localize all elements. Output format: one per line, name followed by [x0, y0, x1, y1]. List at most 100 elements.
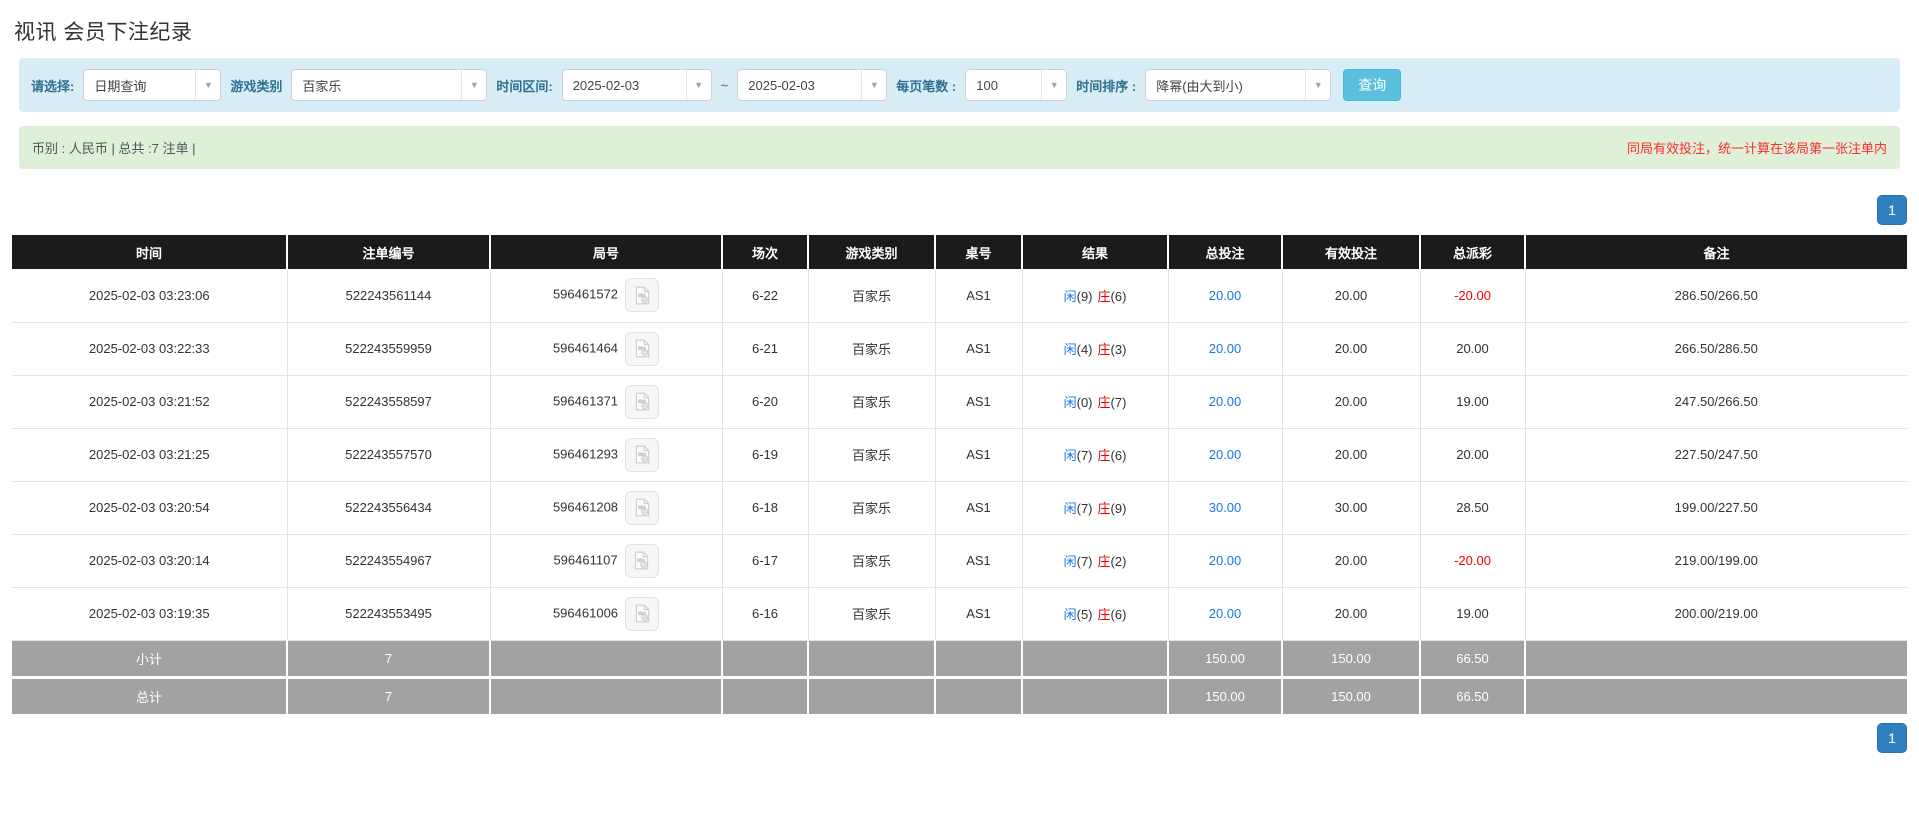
cell-bet-id: 522243556434	[286, 480, 491, 535]
cell-result: 闲(7) 庄(2)	[1021, 533, 1169, 588]
cell-total-bet: 20.00	[1167, 427, 1283, 482]
per-page-select[interactable]: 100 ▼	[965, 69, 1068, 101]
pagination-bottom: 1	[12, 723, 1907, 753]
col-header-result: 结果	[1021, 235, 1168, 269]
video-replay-button[interactable]	[625, 331, 660, 366]
total-bet-link[interactable]: 20.00	[1209, 341, 1242, 356]
date-to-value: 2025-02-03	[748, 77, 815, 93]
cell-result: 闲(5) 庄(6)	[1021, 586, 1169, 641]
cell-valid-bet: 20.00	[1281, 321, 1421, 376]
cell-result: 闲(9) 庄(6)	[1021, 269, 1169, 323]
time-sort-value: 降幂(由大到小)	[1156, 78, 1243, 94]
page-1-button[interactable]: 1	[1877, 723, 1907, 753]
cell-total-bet: 20.00	[1167, 374, 1283, 429]
banker-result-value: (6)	[1110, 288, 1127, 304]
time-sort-select[interactable]: 降幂(由大到小) ▼	[1145, 69, 1332, 101]
cell-game: 百家乐	[807, 269, 936, 323]
table-header: 时间 注单编号 局号 场次 游戏类别 桌号 结果 总投注 有效投注 总派彩 备注	[12, 235, 1907, 269]
video-file-icon	[635, 498, 649, 517]
video-replay-button[interactable]	[625, 596, 660, 631]
table-row: 2025-02-03 03:21:52 522243558597 5964613…	[12, 374, 1907, 429]
chevron-down-icon[interactable]: ▼	[195, 70, 221, 100]
total-bet-link[interactable]: 20.00	[1209, 606, 1242, 621]
query-type-select[interactable]: 日期查询 ▼	[83, 69, 222, 101]
player-result-value: (0)	[1076, 395, 1093, 410]
banker-result-label: 庄	[1097, 501, 1111, 516]
cell-result: 闲(4) 庄(3)	[1021, 321, 1169, 376]
summary-bar: 币别 : 人民币 | 总共 :7 注单 | 同局有效投注，统一计算在该局第一张注…	[19, 126, 1900, 169]
cell-remark: 247.50/266.50	[1524, 374, 1907, 429]
cell-game: 百家乐	[807, 427, 936, 482]
cell-round: 596461572	[489, 269, 723, 323]
col-header-session: 场次	[721, 235, 808, 269]
chevron-down-icon[interactable]: ▼	[1305, 70, 1331, 100]
cell-round: 596461208	[489, 480, 723, 535]
chevron-down-icon[interactable]: ▼	[685, 70, 711, 100]
cell-result: 闲(0) 庄(7)	[1021, 374, 1169, 429]
table-row: 2025-02-03 03:23:06 522243561144 5964615…	[12, 269, 1907, 323]
video-replay-button[interactable]	[625, 384, 660, 419]
cell-time: 2025-02-03 03:22:33	[12, 321, 288, 376]
cell-session: 6-21	[721, 321, 809, 376]
total-bet-link[interactable]: 30.00	[1209, 500, 1242, 515]
total-bet-link[interactable]: 20.00	[1209, 288, 1242, 303]
date-from-input[interactable]: 2025-02-03 ▼	[561, 69, 712, 101]
cell-payout: 20.00	[1419, 321, 1526, 376]
banker-result-value: (6)	[1110, 448, 1127, 463]
cell-round: 596461371	[489, 374, 723, 429]
chevron-down-icon[interactable]: ▼	[861, 70, 887, 100]
cell-time: 2025-02-03 03:21:52	[12, 374, 288, 429]
total-row: 总计 7 150.00 150.00 66.50	[12, 675, 1907, 714]
cell-game: 百家乐	[807, 480, 936, 535]
player-result-value: (9)	[1076, 288, 1093, 304]
total-bet-link[interactable]: 20.00	[1209, 447, 1242, 462]
round-id: 596461464	[552, 339, 619, 355]
banker-result-label: 庄	[1097, 288, 1111, 304]
col-header-time: 时间	[12, 235, 287, 269]
video-file-icon	[635, 286, 649, 305]
cell-result: 闲(7) 庄(9)	[1021, 480, 1169, 535]
video-replay-button[interactable]	[625, 437, 660, 472]
cell-bet-id: 522243557570	[286, 427, 491, 482]
player-result-label: 闲	[1063, 395, 1077, 410]
cell-bet-id: 522243554967	[286, 533, 491, 588]
video-replay-button[interactable]	[625, 490, 660, 525]
cell-total-bet: 30.00	[1167, 480, 1283, 535]
cell-payout: -20.00	[1419, 269, 1526, 323]
round-id: 596461371	[552, 392, 619, 408]
cell-remark: 200.00/219.00	[1524, 586, 1907, 641]
game-type-label: 游戏类别	[230, 78, 283, 94]
video-replay-button[interactable]	[625, 278, 660, 313]
cell-payout: 19.00	[1419, 374, 1526, 429]
game-type-value: 百家乐	[302, 78, 342, 94]
col-header-bet-id: 注单编号	[286, 235, 490, 269]
cell-round: 596461464	[489, 321, 723, 376]
page-1-button[interactable]: 1	[1877, 195, 1907, 225]
subtotal-total-bet: 150.00	[1167, 640, 1283, 678]
cell-valid-bet: 30.00	[1281, 480, 1421, 535]
subtotal-label: 小计	[12, 640, 288, 678]
date-to-input[interactable]: 2025-02-03 ▼	[737, 69, 888, 101]
table-row: 2025-02-03 03:22:33 522243559959 5964614…	[12, 321, 1907, 376]
game-type-select[interactable]: 百家乐 ▼	[291, 69, 488, 101]
col-header-total-bet: 总投注	[1167, 235, 1282, 269]
chevron-down-icon[interactable]: ▼	[1041, 70, 1067, 100]
chevron-down-icon[interactable]: ▼	[461, 70, 487, 100]
cell-total-bet: 20.00	[1167, 269, 1283, 323]
col-header-game: 游戏类别	[807, 235, 935, 269]
cell-remark: 199.00/227.50	[1524, 480, 1907, 535]
video-file-icon	[635, 392, 649, 411]
search-button[interactable]: 查询	[1343, 69, 1402, 101]
cell-valid-bet: 20.00	[1281, 269, 1421, 323]
total-bet-link[interactable]: 20.00	[1209, 553, 1242, 568]
cell-table-no: AS1	[934, 321, 1023, 376]
table-footer: 小计 7 150.00 150.00 66.50 总计 7 150.00 150…	[12, 640, 1907, 714]
banker-result-label: 庄	[1097, 448, 1111, 463]
subtotal-payout: 66.50	[1419, 640, 1526, 678]
round-id: 596461572	[552, 286, 619, 302]
video-file-icon	[635, 604, 649, 623]
total-bet-link[interactable]: 20.00	[1209, 394, 1242, 409]
date-from-value: 2025-02-03	[572, 77, 640, 93]
subtotal-count: 7	[286, 640, 491, 678]
video-replay-button[interactable]	[624, 543, 659, 578]
